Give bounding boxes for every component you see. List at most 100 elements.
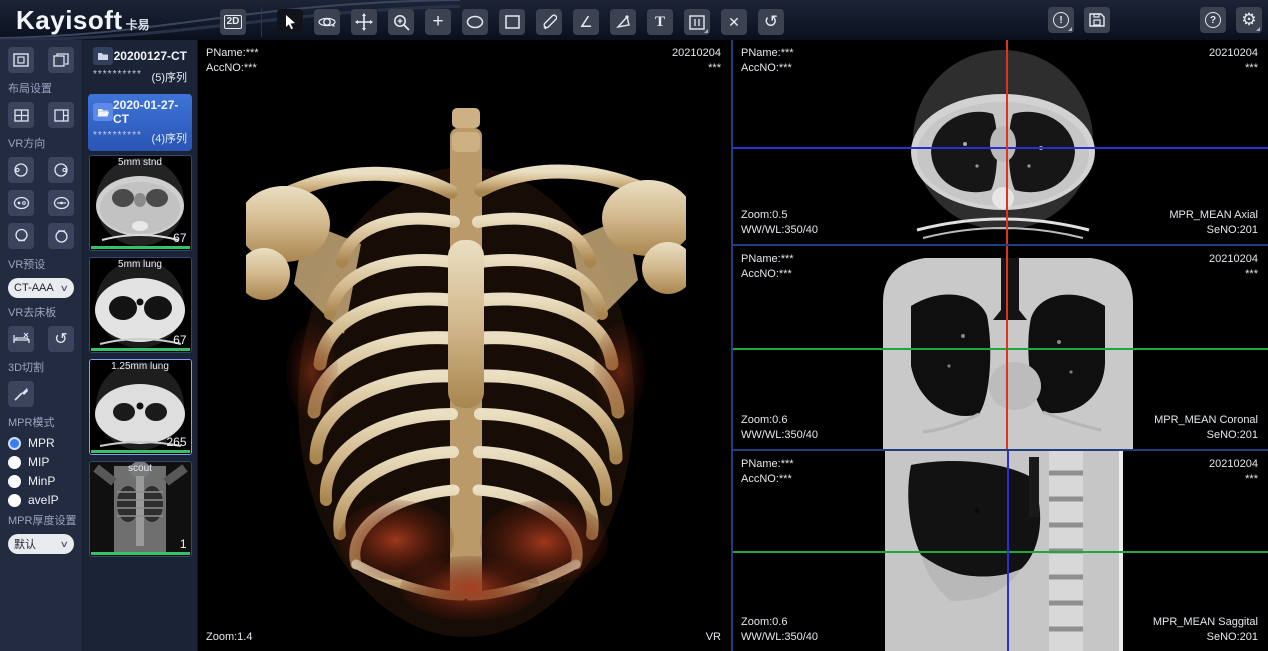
pan-tool-button[interactable] xyxy=(351,9,377,35)
mpr-option-label: MIP xyxy=(28,455,49,469)
mpr-panel: PName:*** AccNO:*** 20210204 *** Zoom:0.… xyxy=(731,40,1268,651)
cobb-angle-icon xyxy=(615,14,632,30)
mpr-coronal-viewport[interactable]: PName:*** AccNO:*** 20210204 *** Zoom:0.… xyxy=(733,244,1268,449)
series-thumbnail-scout[interactable]: scout 1 xyxy=(89,461,192,557)
vr-orient-superior-button[interactable] xyxy=(8,223,34,249)
mpr-mode-option-aveip[interactable]: aveIP xyxy=(8,493,74,507)
coronal-wwwl: WW/WL:350/40 xyxy=(741,428,818,443)
patient-id-masked: ********** xyxy=(93,69,142,85)
ellipse-roi-tool-button[interactable] xyxy=(462,9,488,35)
text-annotation-button[interactable]: T xyxy=(647,9,673,35)
cursor-icon xyxy=(282,14,298,30)
coronal-zoom: Zoom:0.6 xyxy=(741,413,818,428)
3d-cut-label: 3D切割 xyxy=(8,359,74,375)
vr-orient-right-button[interactable] xyxy=(48,157,74,183)
measure-tool-button[interactable] xyxy=(536,9,562,35)
rectangle-roi-tool-button[interactable] xyxy=(499,9,525,35)
load-progress-bar xyxy=(91,552,190,555)
crosshair-tool-button[interactable]: + xyxy=(425,9,451,35)
coronal-patient-overlay: PName:*** AccNO:*** xyxy=(741,252,794,282)
zoom-tool-button[interactable] xyxy=(388,9,414,35)
mpr-mode-option-mpr[interactable]: MPR xyxy=(8,436,74,450)
angle-icon: ∠ xyxy=(579,13,592,31)
remove-bed-button[interactable] xyxy=(8,326,34,352)
head-left-icon xyxy=(13,162,29,178)
3d-cut-button[interactable] xyxy=(8,381,34,407)
sagittal-accno: AccNO:*** xyxy=(741,472,794,487)
vr-direction-label: VR方向 xyxy=(8,135,74,151)
2d-view-button[interactable]: 2D xyxy=(220,9,246,35)
study-item-20200127[interactable]: 20200127-CT ********** (5)序列 xyxy=(88,43,192,90)
crosshair-icon: + xyxy=(432,11,443,33)
study-item-2020-01-27[interactable]: 2020-01-27-CT ********** (4)序列 xyxy=(88,94,192,151)
thumbnail-label: 5mm lung xyxy=(90,259,191,270)
coronal-crosshair-horizontal-green[interactable] xyxy=(733,348,1268,350)
close-icon: ✕ xyxy=(728,14,740,31)
vr-orient-inferior-button[interactable] xyxy=(48,223,74,249)
grid-main-side-icon xyxy=(54,109,69,122)
vr-zoom-overlay: Zoom:1.4 xyxy=(206,630,252,645)
layout-grid-2x2-button[interactable] xyxy=(8,102,34,128)
head-front-icon xyxy=(13,196,30,210)
right-tool-group: ? ⚙ xyxy=(1200,7,1262,33)
axial-crosshair-vertical-red[interactable] xyxy=(1006,40,1008,244)
mpr-sagittal-viewport[interactable]: PName:*** AccNO:*** 20210204 *** Zoom:0.… xyxy=(733,449,1268,651)
coronal-crosshair-vertical-red[interactable] xyxy=(1006,246,1008,449)
sagittal-seno: SeNO:201 xyxy=(1153,630,1258,645)
gear-icon: ⚙ xyxy=(1241,10,1256,30)
axial-ct-slice-image xyxy=(903,48,1103,244)
cursor-tool-button[interactable] xyxy=(277,9,303,35)
radio-icon xyxy=(8,475,21,488)
axial-seno: SeNO:201 xyxy=(1169,223,1258,238)
layout-protocol-button[interactable] xyxy=(48,47,74,73)
coronal-zoom-overlay: Zoom:0.6 WW/WL:350/40 xyxy=(741,413,818,443)
sagittal-crosshair-horizontal-green[interactable] xyxy=(733,551,1268,553)
mpr-mode-option-minp[interactable]: MinP xyxy=(8,474,74,488)
vr-3d-viewport[interactable]: PName:*** AccNO:*** 20210204 *** Zoom:1.… xyxy=(198,40,731,651)
mpr-thickness-dropdown[interactable]: 默认 ∨ xyxy=(8,534,74,554)
series-thumbnail-125mm-lung[interactable]: 1.25mm lung 265 xyxy=(89,359,192,455)
reset-view-button[interactable]: ↺ xyxy=(758,9,784,35)
rotate-3d-tool-button[interactable] xyxy=(314,9,340,35)
coronal-date: 20210204 xyxy=(1209,252,1258,267)
vr-orient-left-button[interactable] xyxy=(8,157,34,183)
axial-pname: PName:*** xyxy=(741,46,794,61)
cobb-angle-tool-button[interactable] xyxy=(610,9,636,35)
sagittal-zoom: Zoom:0.6 xyxy=(741,615,818,630)
vr-preset-dropdown[interactable]: CT-AAA ∨ xyxy=(8,278,74,298)
layout-single-button[interactable] xyxy=(8,47,34,73)
info-button[interactable]: ! xyxy=(1048,7,1074,33)
sagittal-series-overlay: MPR_MEAN Saggital SeNO:201 xyxy=(1153,615,1258,645)
help-button[interactable]: ? xyxy=(1200,7,1226,33)
sagittal-crosshair-vertical-blue[interactable] xyxy=(1007,451,1009,651)
save-button[interactable] xyxy=(1084,7,1110,33)
vr-type-overlay: VR xyxy=(706,630,721,645)
info-icon: ! xyxy=(1053,12,1069,28)
axial-crosshair-horizontal-blue[interactable] xyxy=(733,147,1268,149)
vr-orient-posterior-button[interactable] xyxy=(48,190,74,216)
vr-orient-anterior-button[interactable] xyxy=(8,190,34,216)
mpr-axial-viewport[interactable]: PName:*** AccNO:*** 20210204 *** Zoom:0.… xyxy=(733,40,1268,244)
series-thumbnail-5mm-stnd[interactable]: 5mm stnd 67 xyxy=(89,155,192,251)
axial-accno: AccNO:*** xyxy=(741,61,794,76)
2d-icon: 2D xyxy=(224,15,243,29)
logo-text: Kayisoft xyxy=(16,5,123,36)
vr-accno: AccNO:*** xyxy=(206,61,259,76)
axial-wwwl: WW/WL:350/40 xyxy=(741,223,818,238)
thumbnail-image-count: 265 xyxy=(166,435,186,449)
settings-button[interactable]: ⚙ xyxy=(1236,7,1262,33)
chevron-down-icon: ∨ xyxy=(60,539,69,550)
restore-bed-button[interactable]: ↺ xyxy=(48,326,74,352)
vr-preset-value: CT-AAA xyxy=(14,282,54,294)
series-thumbnail-5mm-lung[interactable]: 5mm lung 67 xyxy=(89,257,192,353)
thumbnail-image-count: 67 xyxy=(173,231,186,245)
angle-tool-button[interactable]: ∠ xyxy=(573,9,599,35)
text-tool-icon: T xyxy=(655,14,665,31)
window-level-button[interactable] xyxy=(684,9,710,35)
axial-zoom: Zoom:0.5 xyxy=(741,208,818,223)
layout-1-plus-3-button[interactable] xyxy=(48,102,74,128)
coronal-accno: AccNO:*** xyxy=(741,267,794,282)
mpr-mode-option-mip[interactable]: MIP xyxy=(8,455,74,469)
delete-annotation-button[interactable]: ✕ xyxy=(721,9,747,35)
zoom-in-icon xyxy=(393,14,410,31)
